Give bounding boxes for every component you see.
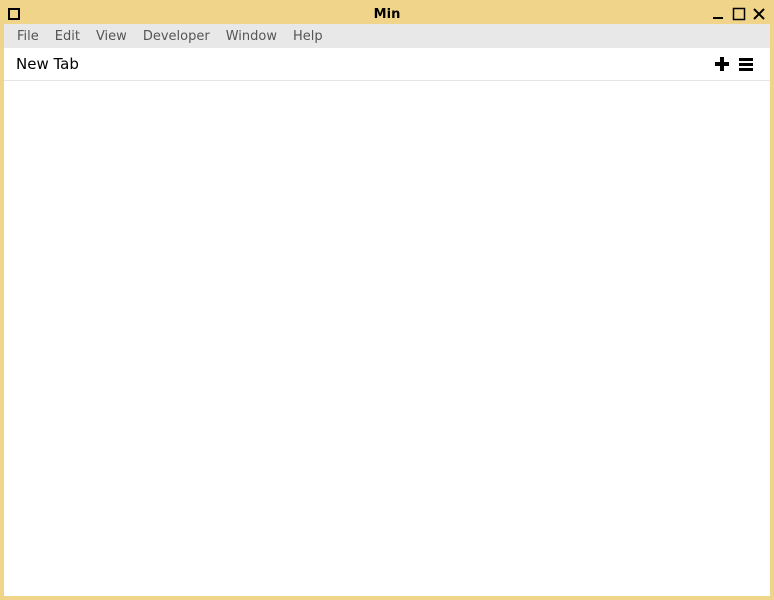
maximize-icon — [732, 7, 746, 21]
content-area — [4, 81, 770, 596]
menubar: File Edit View Developer Window Help — [4, 24, 770, 48]
app-window: Min File Edit View Develope — [0, 0, 774, 600]
menu-file[interactable]: File — [10, 27, 46, 46]
close-icon — [752, 7, 766, 21]
menu-window[interactable]: Window — [219, 27, 284, 46]
hamburger-icon — [738, 56, 754, 72]
window-controls — [712, 7, 766, 21]
titlebar: Min — [4, 4, 770, 24]
tab-title[interactable]: New Tab — [16, 55, 79, 73]
minimize-icon — [712, 7, 726, 21]
tabbar: New Tab — [4, 48, 770, 81]
menu-view[interactable]: View — [89, 27, 134, 46]
maximize-button[interactable] — [732, 7, 746, 21]
minimize-button[interactable] — [712, 7, 726, 21]
menu-help[interactable]: Help — [286, 27, 330, 46]
plus-icon — [714, 56, 730, 72]
menu-developer[interactable]: Developer — [136, 27, 217, 46]
close-button[interactable] — [752, 7, 766, 21]
menu-edit[interactable]: Edit — [48, 27, 87, 46]
new-tab-button[interactable] — [710, 52, 734, 76]
menu-button[interactable] — [734, 52, 758, 76]
window-title: Min — [374, 7, 401, 22]
app-icon — [8, 8, 20, 20]
